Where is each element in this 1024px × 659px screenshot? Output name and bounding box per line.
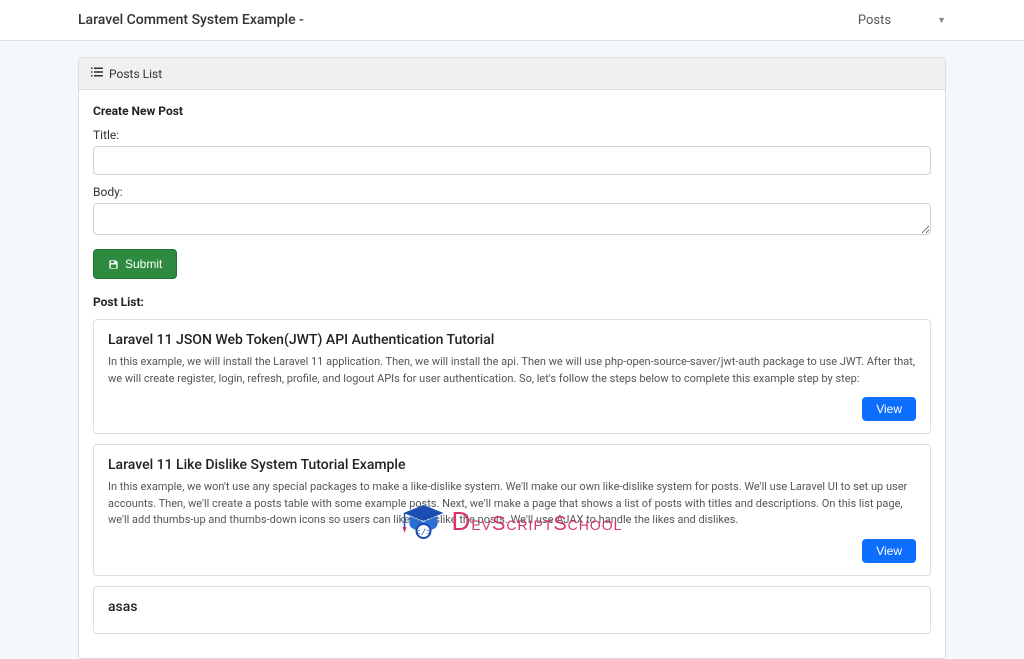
post-card: Laravel 11 JSON Web Token(JWT) API Authe… [93,319,931,434]
view-button[interactable]: View [862,397,916,421]
post-title: Laravel 11 JSON Web Token(JWT) API Authe… [108,332,916,348]
posts-dropdown[interactable]: Posts ▼ [858,13,946,28]
chevron-down-icon: ▼ [937,15,946,26]
submit-button[interactable]: Submit [93,249,177,279]
post-list: Laravel 11 JSON Web Token(JWT) API Authe… [93,319,931,634]
title-label: Title: [93,128,931,142]
card-header-label: Posts List [109,67,162,81]
view-button[interactable]: View [862,539,916,563]
create-post-heading: Create New Post [93,104,931,118]
post-card: Laravel 11 Like Dislike System Tutorial … [93,444,931,576]
body-textarea[interactable] [93,203,931,235]
post-actions: View [108,539,916,563]
post-title: Laravel 11 Like Dislike System Tutorial … [108,457,916,473]
save-icon [108,259,119,270]
post-body: In this example, we won't use any specia… [108,479,916,529]
navbar: Laravel Comment System Example - Posts ▼ [0,0,1024,41]
post-body: In this example, we will install the Lar… [108,354,916,387]
post-card: asas [93,586,931,634]
submit-button-label: Submit [125,257,162,271]
post-actions: View [108,397,916,421]
list-icon [91,66,103,81]
title-input[interactable] [93,146,931,175]
body-label: Body: [93,185,931,199]
card-body: Create New Post Title: Body: Submit Post… [79,90,945,658]
post-title: asas [108,599,916,615]
post-list-heading: Post List: [93,295,931,309]
main-container: Posts List Create New Post Title: Body: … [62,57,962,659]
brand-title: Laravel Comment System Example - [78,12,304,28]
posts-dropdown-label: Posts [858,13,891,28]
card-header: Posts List [79,58,945,90]
posts-card: Posts List Create New Post Title: Body: … [78,57,946,659]
